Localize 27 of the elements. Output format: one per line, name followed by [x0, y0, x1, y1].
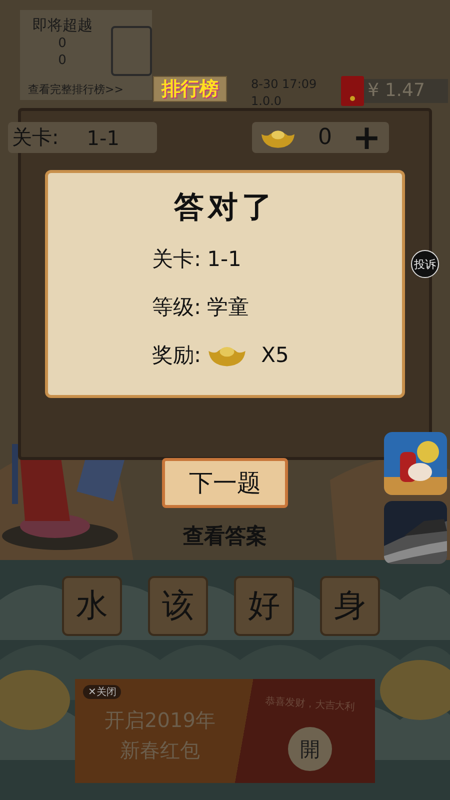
- add-coins-button[interactable]: +: [352, 122, 381, 152]
- close-ad-button[interactable]: ✕关闭: [83, 685, 122, 699]
- row-value: 学童: [207, 294, 250, 321]
- row-label: 奖励:: [152, 342, 202, 369]
- view-answer-link[interactable]: 查看答案: [183, 522, 267, 550]
- row-label: 关卡:: [152, 246, 202, 273]
- leaderboard-button[interactable]: 排行榜: [153, 76, 227, 102]
- rank-value: 0: [58, 35, 66, 52]
- leaderboard-link[interactable]: 查看完整排行榜>>: [28, 82, 152, 97]
- rank-value: 0: [58, 52, 66, 69]
- avatar-placeholder: [110, 26, 152, 76]
- balance-amount: ¥ 1.47: [364, 79, 448, 103]
- coin-count: 0: [318, 125, 332, 150]
- reward-value: X5: [261, 343, 289, 367]
- rank-title: 即将超越: [32, 16, 92, 35]
- next-question-button[interactable]: 下一题: [162, 458, 288, 508]
- character-tile[interactable]: 该: [148, 576, 208, 636]
- row-label: 等级:: [152, 294, 202, 321]
- character-tile[interactable]: 水: [62, 576, 122, 636]
- level-label: 关卡:: [12, 124, 59, 151]
- envelope-icon[interactable]: [340, 76, 364, 106]
- level-value: 1-1: [86, 126, 120, 150]
- open-envelope-button[interactable]: 開: [288, 727, 332, 771]
- dialog-title: 答对了: [174, 189, 276, 227]
- character-tile[interactable]: 身: [320, 576, 380, 636]
- row-value: 1-1: [207, 247, 242, 271]
- character-tile[interactable]: 好: [234, 576, 294, 636]
